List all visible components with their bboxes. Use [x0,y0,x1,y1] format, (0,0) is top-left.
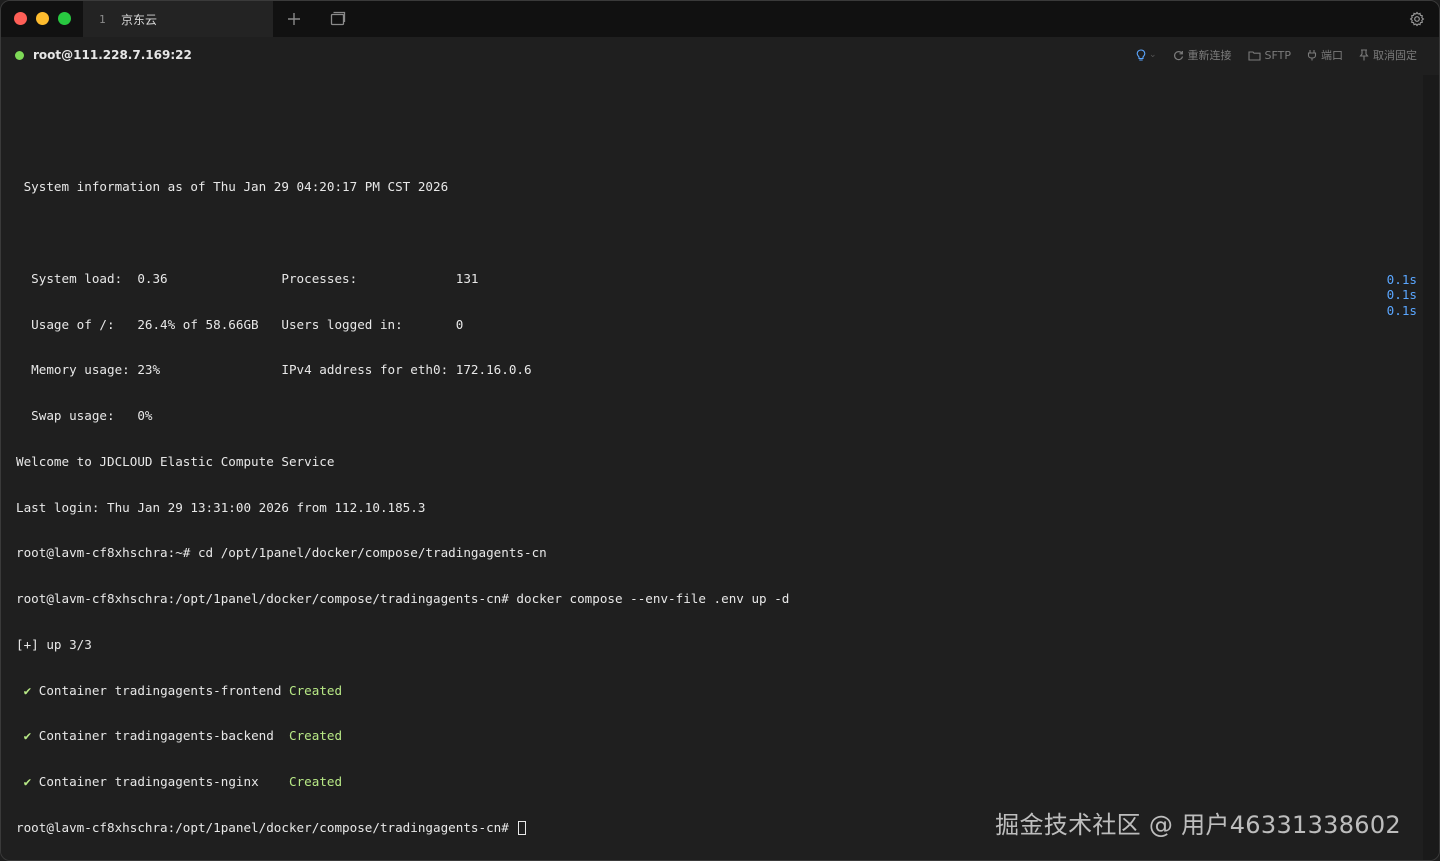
gear-icon[interactable] [1409,11,1425,27]
terminal-window: 1 京东云 root@111.228.7.169:22 ⌄ 重新连接 SFTP … [0,0,1440,861]
container-timing: 0.1s [1386,272,1417,287]
container-name: Container tradingagents-nginx [31,774,289,789]
watermark: 掘金技术社区 @ 用户46331338602 [995,811,1401,839]
terminal-line: Swap usage: 0% [16,408,153,423]
container-status: Created [288,682,343,698]
terminal-line: Welcome to JDCLOUD Elastic Compute Servi… [16,453,335,469]
terminal-output[interactable]: System information as of Thu Jan 29 04:2… [1,75,1425,860]
refresh-icon [1173,50,1183,60]
maximize-window-button[interactable] [58,12,71,25]
prompt-line: root@lavm-cf8xhschra:/opt/1panel/docker/… [16,820,789,835]
sftp-label: SFTP [1264,48,1291,62]
terminal-lines: System information as of Thu Jan 29 04:2… [16,103,790,860]
session-actions: ⌄ 重新连接 SFTP 端口 取消固定 [1136,47,1417,63]
terminal-line: Last login: Thu Jan 29 13:31:00 2026 fro… [16,499,426,515]
plus-icon[interactable] [285,10,303,28]
terminal-line: System load: 0.36 Processes: 131 [16,270,479,286]
folder-icon [1247,50,1261,61]
session-tab[interactable]: 1 京东云 [83,1,273,37]
container-name: Container tradingagents-frontend [31,682,289,698]
shell-prompt: root@lavm-cf8xhschra:/opt/1panel/docker/… [16,819,517,835]
terminal-line: root@lavm-cf8xhschra:~# cd /opt/1panel/d… [16,545,547,561]
unpin-label: 取消固定 [1373,49,1417,62]
terminal-line: root@lavm-cf8xhschra:/opt/1panel/docker/… [16,591,790,606]
terminal-line: System information as of Thu Jan 29 04:2… [16,179,449,195]
container-name: Container tradingagents-backend [31,728,289,744]
terminal-line: Usage of /: 26.4% of 58.66GB Users logge… [16,316,464,332]
container-line: ✔ Container tradingagents-nginx Created [16,774,789,789]
tab-index: 1 [99,12,106,26]
terminal-line: Memory usage: 23% IPv4 address for eth0:… [16,362,532,378]
connection-status-dot [15,51,24,60]
pin-icon [1359,49,1369,61]
host-label: root@111.228.7.169:22 [33,48,192,62]
unpin-button[interactable]: 取消固定 [1359,47,1417,63]
container-timings: 0.1s 0.1s 0.1s [1387,272,1417,318]
tab-title: 京东云 [121,12,158,27]
container-line: ✔ Container tradingagents-backend Create… [16,728,789,743]
new-window-icon[interactable] [329,10,347,28]
terminal-line: [+] up 3/3 [16,636,92,652]
container-timing: 0.1s [1386,302,1417,318]
port-label: 端口 [1321,49,1343,62]
session-bar: root@111.228.7.169:22 ⌄ 重新连接 SFTP 端口 取消固… [1,37,1439,75]
port-button[interactable]: 端口 [1307,47,1343,63]
title-bar: 1 京东云 [1,1,1439,37]
container-line: ✔ Container tradingagents-frontend Creat… [16,683,789,698]
container-status: Created [288,728,343,744]
scrollbar[interactable] [1423,75,1439,860]
sftp-button[interactable]: SFTP [1247,48,1291,62]
reconnect-button[interactable]: 重新连接 [1173,47,1232,63]
plug-icon [1307,50,1317,61]
hint-button[interactable]: ⌄ [1136,48,1157,62]
close-window-button[interactable] [14,12,27,25]
chevron-down-icon: ⌄ [1148,50,1157,60]
terminal-cursor [518,820,527,835]
container-status: Created [288,774,343,789]
reconnect-label: 重新连接 [1187,49,1232,62]
container-timing: 0.1s [1386,287,1417,303]
minimize-window-button[interactable] [36,12,49,25]
lightbulb-icon [1136,48,1146,61]
